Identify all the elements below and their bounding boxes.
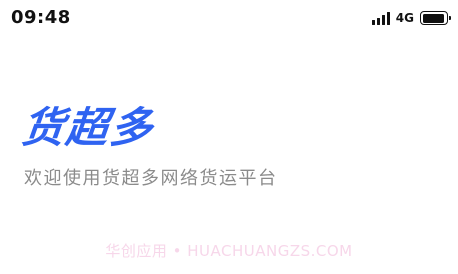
splash-screen: 09:48 4G 货超多 欢迎使用货超多网络货运平台 华创应用 • HUACHU… bbox=[0, 0, 458, 274]
status-time: 09:48 bbox=[11, 7, 71, 28]
cellular-signal-icon bbox=[371, 11, 390, 25]
status-indicators: 4G bbox=[371, 11, 451, 25]
signal-bar bbox=[371, 19, 375, 25]
status-bar: 09:48 4G bbox=[0, 0, 458, 36]
battery-level bbox=[422, 13, 445, 23]
signal-bar bbox=[381, 14, 385, 25]
app-logo: 货超多 bbox=[19, 103, 157, 152]
network-type: 4G bbox=[395, 11, 414, 25]
battery-icon bbox=[420, 11, 451, 25]
signal-bar bbox=[386, 11, 390, 25]
welcome-slogan: 欢迎使用货超多网络货运平台 bbox=[24, 168, 278, 189]
signal-bar bbox=[376, 17, 380, 25]
watermark: 华创应用 • HUACHUANGZS.COM bbox=[105, 242, 353, 260]
